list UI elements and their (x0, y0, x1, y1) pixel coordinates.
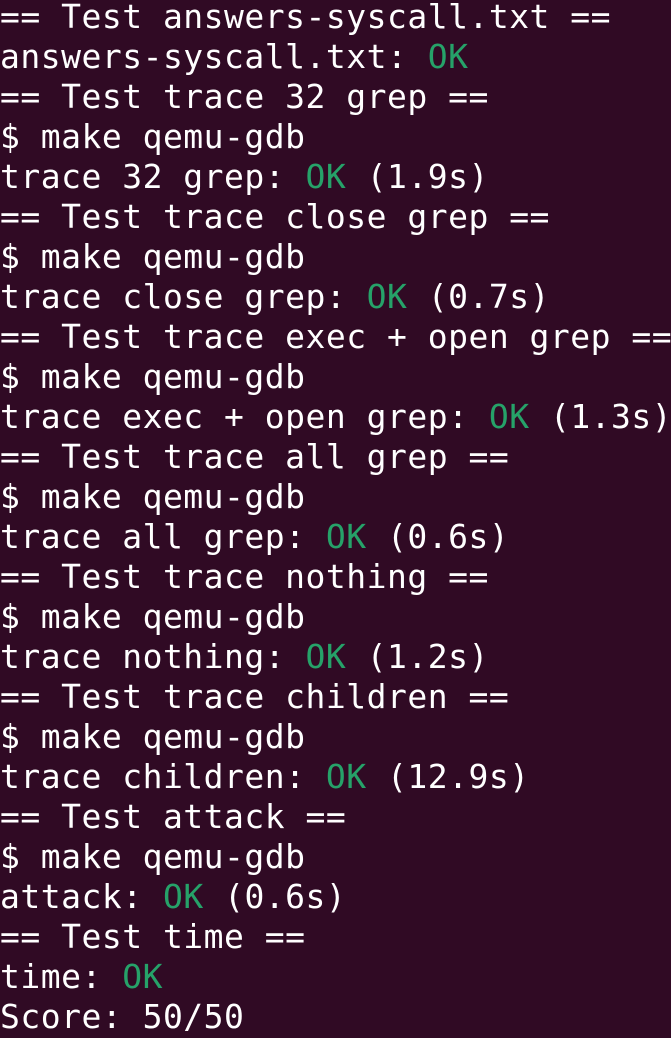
line-text: == Test answers-syscall.txt == (0, 0, 612, 36)
status-ok: OK (427, 37, 469, 76)
terminal-line: $ make qemu-gdb (0, 717, 671, 757)
result-label: trace exec + open grep: (0, 397, 489, 436)
status-ok: OK (162, 877, 204, 916)
result-duration: (0.6s) (203, 877, 347, 916)
result-label: trace close grep: (0, 277, 367, 316)
terminal-line: $ make qemu-gdb (0, 357, 671, 397)
status-ok: OK (488, 397, 530, 436)
terminal-line: == Test trace close grep == (0, 197, 671, 237)
line-text: == Test trace close grep == (0, 197, 550, 236)
terminal-line: trace children: OK (12.9s) (0, 757, 671, 797)
result-label: time: (0, 957, 123, 996)
result-duration: (1.3s) (529, 397, 671, 436)
line-text: == Test trace exec + open grep == (0, 317, 671, 356)
result-duration: (0.7s) (407, 277, 550, 316)
status-ok: OK (305, 157, 347, 196)
line-text: $ make qemu-gdb (0, 237, 306, 276)
line-text: $ make qemu-gdb (0, 837, 306, 876)
line-text: == Test attack == (0, 797, 347, 836)
result-label: attack: (0, 877, 163, 916)
result-duration: (0.6s) (366, 517, 510, 556)
line-text: == Test time == (0, 917, 306, 956)
result-label: trace children: (0, 757, 326, 796)
terminal-line: == Test answers-syscall.txt == (0, 0, 671, 37)
line-text: == Test trace nothing == (0, 557, 489, 596)
terminal-line: == Test trace children == (0, 677, 671, 717)
status-ok: OK (325, 517, 367, 556)
terminal-line: == Test time == (0, 917, 671, 957)
terminal-line: attack: OK (0.6s) (0, 877, 671, 917)
terminal-line: $ make qemu-gdb (0, 477, 671, 517)
terminal-line: Score: 50/50 (0, 997, 671, 1037)
terminal-line: trace close grep: OK (0.7s) (0, 277, 671, 317)
result-duration: (12.9s) (366, 757, 530, 796)
line-text: $ make qemu-gdb (0, 357, 306, 396)
terminal-line: trace 32 grep: OK (1.9s) (0, 157, 671, 197)
score-text: Score: 50/50 (0, 997, 245, 1036)
terminal-line: == Test trace nothing == (0, 557, 671, 597)
terminal-line: trace nothing: OK (1.2s) (0, 637, 671, 677)
terminal-line: $ make qemu-gdb (0, 117, 671, 157)
terminal-line: $ make qemu-gdb (0, 597, 671, 637)
line-text: == Test trace all grep == (0, 437, 510, 476)
terminal-line: answers-syscall.txt: OK (0, 37, 671, 77)
terminal-output[interactable]: == Test answers-syscall.txt == answers-s… (0, 0, 671, 1037)
terminal-line: $ make qemu-gdb (0, 237, 671, 277)
result-label: trace nothing: (0, 637, 306, 676)
status-ok: OK (122, 957, 163, 996)
status-ok: OK (325, 757, 367, 796)
line-text: == Test trace children == (0, 677, 510, 716)
status-ok: OK (305, 637, 347, 676)
terminal-line: == Test attack == (0, 797, 671, 837)
result-label: answers-syscall.txt: (0, 37, 428, 76)
result-duration: (1.9s) (346, 157, 489, 196)
line-text: $ make qemu-gdb (0, 597, 306, 636)
terminal-line: == Test trace all grep == (0, 437, 671, 477)
line-text: $ make qemu-gdb (0, 477, 306, 516)
terminal-line: $ make qemu-gdb (0, 837, 671, 877)
status-ok: OK (366, 277, 408, 316)
result-label: trace 32 grep: (0, 157, 306, 196)
line-text: == Test trace 32 grep == (0, 77, 489, 116)
result-label: trace all grep: (0, 517, 326, 556)
terminal-line: == Test trace exec + open grep == (0, 317, 671, 357)
result-duration: (1.2s) (346, 637, 489, 676)
terminal-line: == Test trace 32 grep == (0, 77, 671, 117)
terminal-line: time: OK (0, 957, 671, 997)
terminal-line: trace all grep: OK (0.6s) (0, 517, 671, 557)
line-text: $ make qemu-gdb (0, 117, 306, 156)
line-text: $ make qemu-gdb (0, 717, 306, 756)
terminal-line: trace exec + open grep: OK (1.3s) (0, 397, 671, 437)
